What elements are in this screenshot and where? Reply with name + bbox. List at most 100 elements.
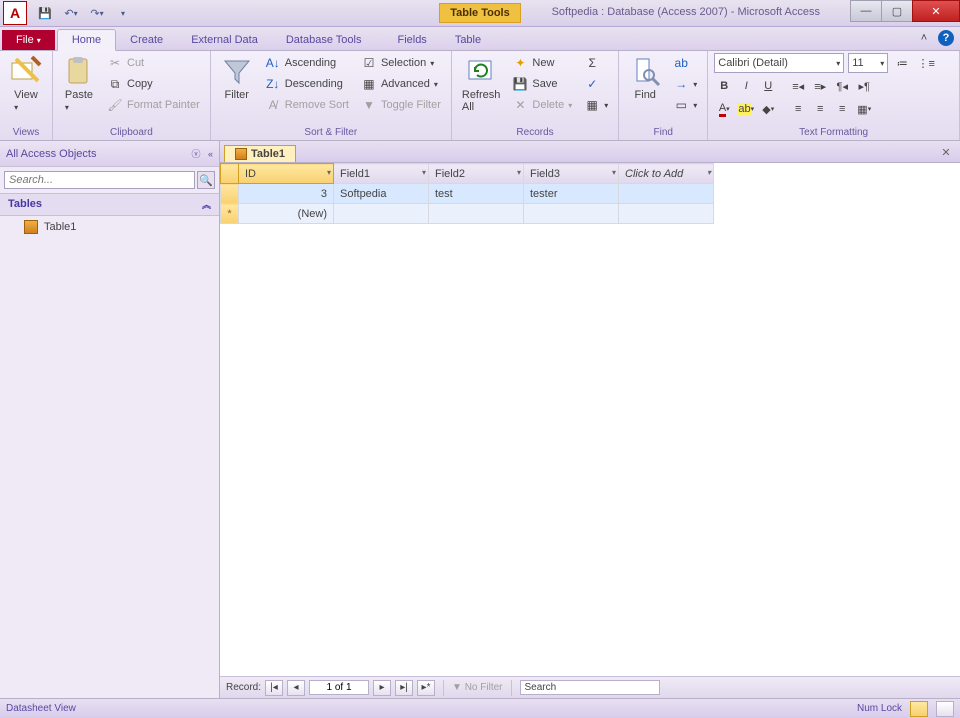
ltr-button[interactable]: ▸¶ <box>854 76 874 96</box>
tab-database-tools[interactable]: Database Tools <box>272 30 376 50</box>
bullets-button[interactable]: ≔ <box>892 53 912 73</box>
find-button[interactable]: Find <box>625 53 665 103</box>
nav-search-button[interactable]: 🔍 <box>197 171 215 189</box>
cell-id-new[interactable]: (New) <box>239 204 334 224</box>
cell-id[interactable]: 3 <box>239 184 334 204</box>
tab-file[interactable]: File ▾ <box>2 30 55 50</box>
format-painter-button[interactable]: 🖌Format Painter <box>103 95 204 115</box>
column-dropdown-icon[interactable]: ▾ <box>612 168 616 177</box>
nav-search-input[interactable] <box>4 171 195 189</box>
align-right-button[interactable]: ≡ <box>832 99 852 119</box>
tab-home[interactable]: Home <box>57 29 116 51</box>
datasheet-view-button[interactable] <box>910 701 928 717</box>
font-size-select[interactable]: 11▾ <box>848 53 888 73</box>
increase-indent-button[interactable]: ≡▸ <box>810 76 830 96</box>
tab-external-data[interactable]: External Data <box>177 30 272 50</box>
filter-button[interactable]: Filter <box>217 53 257 103</box>
qat-customize-button[interactable]: ▾ <box>112 2 134 24</box>
copy-button[interactable]: ⧉Copy <box>103 74 204 94</box>
replace-button[interactable]: ab <box>669 53 701 73</box>
column-header-field1[interactable]: Field1▾ <box>334 164 429 184</box>
cell-empty[interactable] <box>429 204 524 224</box>
new-record-button[interactable]: ✦New <box>508 53 576 73</box>
record-position-input[interactable] <box>309 680 369 695</box>
help-button[interactable]: ? <box>938 30 954 46</box>
column-header-add[interactable]: Click to Add▾ <box>619 164 714 184</box>
cell-empty[interactable] <box>524 204 619 224</box>
font-color-button[interactable]: A▾ <box>714 99 734 119</box>
tab-table[interactable]: Table <box>441 30 495 50</box>
maximize-button[interactable]: ▢ <box>881 0 913 22</box>
descending-button[interactable]: Z↓Descending <box>261 74 353 94</box>
column-header-field3[interactable]: Field3▾ <box>524 164 619 184</box>
record-next-button[interactable]: ▸ <box>373 680 391 696</box>
select-button[interactable]: ▭▾ <box>669 95 701 115</box>
selection-button[interactable]: ☑Selection ▾ <box>357 53 445 73</box>
ascending-button[interactable]: A↓Ascending <box>261 53 353 73</box>
table-new-row[interactable]: * (New) <box>221 204 714 224</box>
paste-button[interactable]: Paste▾ <box>59 53 99 115</box>
cell-empty[interactable] <box>619 204 714 224</box>
tab-create[interactable]: Create <box>116 30 177 50</box>
table-row[interactable]: 3 Softpedia test tester <box>221 184 714 204</box>
gridlines-button[interactable]: ▦▾ <box>854 99 874 119</box>
remove-sort-button[interactable]: A̸Remove Sort <box>261 95 353 115</box>
nav-item-table1[interactable]: Table1 <box>0 216 219 238</box>
minimize-ribbon-button[interactable]: ˄ <box>916 30 932 46</box>
qat-undo-button[interactable]: ↶▾ <box>60 2 82 24</box>
cell-empty[interactable] <box>619 184 714 204</box>
column-header-id[interactable]: ID▾ <box>239 164 334 184</box>
record-new-button[interactable]: ▸* <box>417 680 435 696</box>
totals-button[interactable]: Σ <box>580 53 612 73</box>
decrease-indent-button[interactable]: ≡◂ <box>788 76 808 96</box>
refresh-all-button[interactable]: Refresh All <box>458 53 505 115</box>
nav-category-tables[interactable]: Tables ︽ <box>0 193 219 216</box>
numbering-button[interactable]: ⋮≡ <box>916 53 936 73</box>
delete-record-button[interactable]: ✕Delete ▾ <box>508 95 576 115</box>
document-tab-table1[interactable]: Table1 <box>224 145 296 162</box>
font-select[interactable]: Calibri (Detail)▾ <box>714 53 844 73</box>
design-view-button[interactable] <box>936 701 954 717</box>
column-dropdown-icon[interactable]: ▾ <box>707 168 711 177</box>
cell-field1[interactable]: Softpedia <box>334 184 429 204</box>
close-button[interactable]: ✕ <box>912 0 960 22</box>
cell-field3[interactable]: tester <box>524 184 619 204</box>
more-button[interactable]: ▦▾ <box>580 95 612 115</box>
bold-button[interactable]: B <box>714 76 734 96</box>
select-all-cell[interactable] <box>221 164 239 184</box>
fill-color-button[interactable]: ◆▾ <box>758 99 778 119</box>
record-last-button[interactable]: ▸| <box>395 680 413 696</box>
toggle-filter-button[interactable]: ▼Toggle Filter <box>357 95 445 115</box>
row-selector[interactable] <box>221 184 239 204</box>
record-first-button[interactable]: |◂ <box>265 680 283 696</box>
record-search-input[interactable]: Search <box>520 680 660 695</box>
column-dropdown-icon[interactable]: ▾ <box>422 168 426 177</box>
row-selector-new[interactable]: * <box>221 204 239 224</box>
nav-header[interactable]: All Access Objects ⓥ « <box>0 141 219 167</box>
no-filter-indicator[interactable]: ▼ No Filter <box>452 682 502 693</box>
italic-button[interactable]: I <box>736 76 756 96</box>
text-direction-button[interactable]: ¶◂ <box>832 76 852 96</box>
qat-save-button[interactable]: 💾 <box>34 2 56 24</box>
advanced-button[interactable]: ▦Advanced ▾ <box>357 74 445 94</box>
highlight-button[interactable]: ab▾ <box>736 99 756 119</box>
goto-button[interactable]: →▾ <box>669 74 701 94</box>
view-button[interactable]: View▾ <box>6 53 46 115</box>
save-record-button[interactable]: 💾Save <box>508 74 576 94</box>
cell-empty[interactable] <box>334 204 429 224</box>
nav-dropdown-icon[interactable]: ⓥ « <box>191 147 213 160</box>
underline-button[interactable]: U <box>758 76 778 96</box>
spelling-button[interactable]: ✓ <box>580 74 612 94</box>
tab-fields[interactable]: Fields <box>383 30 440 50</box>
record-prev-button[interactable]: ◂ <box>287 680 305 696</box>
qat-redo-button[interactable]: ↷▾ <box>86 2 108 24</box>
align-center-button[interactable]: ≡ <box>810 99 830 119</box>
column-dropdown-icon[interactable]: ▾ <box>517 168 521 177</box>
datasheet-grid[interactable]: ID▾ Field1▾ Field2▾ Field3▾ Click to Add… <box>220 163 960 676</box>
cell-field2[interactable]: test <box>429 184 524 204</box>
align-left-button[interactable]: ≡ <box>788 99 808 119</box>
cut-button[interactable]: ✂Cut <box>103 53 204 73</box>
column-dropdown-icon[interactable]: ▾ <box>327 168 331 177</box>
minimize-button[interactable]: — <box>850 0 882 22</box>
column-header-field2[interactable]: Field2▾ <box>429 164 524 184</box>
